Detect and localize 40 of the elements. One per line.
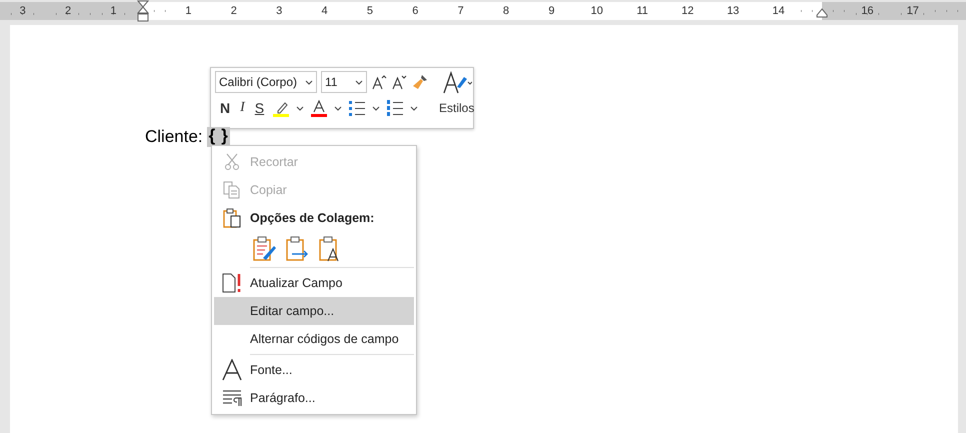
numbered-list-icon[interactable] <box>386 100 404 116</box>
menu-item[interactable]: Editar campo... <box>214 297 414 325</box>
strikethrough-button[interactable]: S <box>252 100 266 116</box>
document-text: Cliente: <box>145 127 203 147</box>
caret-icon[interactable] <box>334 106 342 110</box>
font-color-icon[interactable] <box>310 99 328 117</box>
indent-marker[interactable] <box>816 8 828 18</box>
field-code[interactable]: { } <box>206 127 230 147</box>
shrink-font-icon[interactable] <box>391 74 407 90</box>
menu-item[interactable]: Fonte... <box>214 356 414 384</box>
paste-options-heading: Opções de Colagem: <box>250 211 374 225</box>
field-brace: { <box>208 127 216 147</box>
field-brace: } <box>221 127 228 147</box>
caret-icon <box>355 80 363 84</box>
menu-item[interactable]: Atualizar Campo <box>214 269 414 297</box>
caret-icon <box>305 80 313 84</box>
menu-item[interactable]: Parágrafo... <box>214 384 414 412</box>
font-icon <box>222 359 242 381</box>
indent-marker[interactable] <box>137 0 149 22</box>
paste-merge-icon[interactable] <box>285 236 309 262</box>
styles-button[interactable]: Estilos <box>439 71 474 125</box>
bold-button[interactable]: N <box>218 100 232 116</box>
font-size-dropdown[interactable]: 11 <box>321 71 367 93</box>
ruler-number: 10 <box>574 5 620 17</box>
bullet-list-icon[interactable] <box>348 100 366 116</box>
document-exclamation-icon <box>222 273 242 293</box>
caret-icon[interactable] <box>410 106 418 110</box>
caret-icon[interactable] <box>372 106 380 110</box>
copy-icon <box>223 181 241 199</box>
scissors-icon <box>224 153 240 171</box>
paste-keep-formatting-icon[interactable] <box>252 236 276 262</box>
italic-button[interactable]: I <box>238 100 247 116</box>
styles-icon <box>442 71 472 95</box>
caret-icon[interactable] <box>296 106 304 110</box>
font-dropdown[interactable]: Calibri (Corpo) <box>215 71 317 93</box>
paragraph-icon <box>222 390 242 406</box>
clipboard-icon <box>223 208 241 228</box>
brush-icon[interactable] <box>411 73 429 91</box>
menu-item[interactable]: Alternar códigos de campo <box>214 325 414 353</box>
grow-font-icon[interactable] <box>371 74 387 90</box>
